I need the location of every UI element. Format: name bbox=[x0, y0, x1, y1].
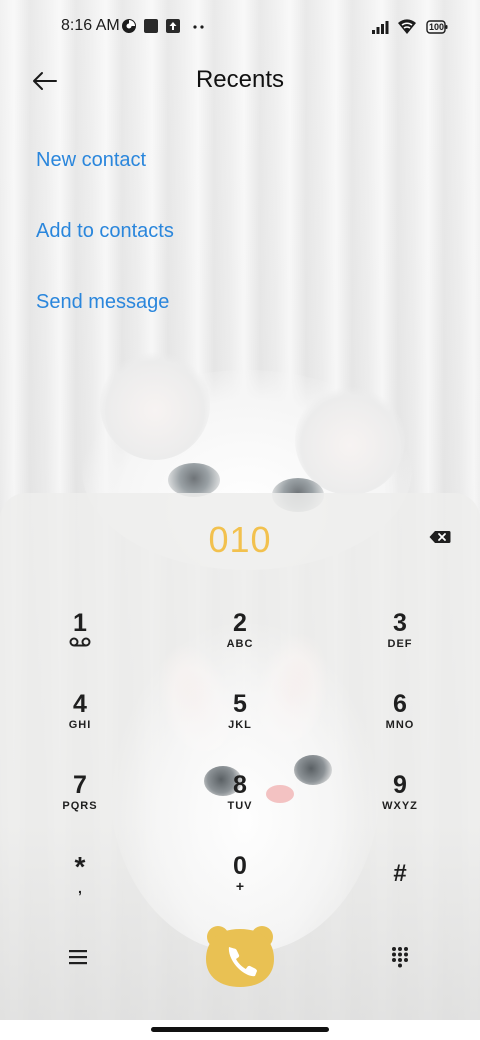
upload-icon bbox=[165, 18, 181, 39]
status-time: 8:16 AM bbox=[61, 17, 120, 34]
key-3[interactable]: 3 DEF bbox=[345, 609, 455, 679]
call-button[interactable] bbox=[204, 923, 276, 989]
battery-level: 100 bbox=[429, 22, 445, 32]
key-letters: MNO bbox=[385, 719, 415, 731]
key-9[interactable]: 9 WXYZ bbox=[345, 771, 455, 841]
key-letters: TUV bbox=[227, 800, 253, 812]
key-2[interactable]: 2 ABC bbox=[185, 609, 295, 679]
dialed-number: 010 bbox=[208, 519, 272, 560]
menu-button[interactable] bbox=[56, 939, 100, 975]
key-digit: * bbox=[74, 851, 86, 882]
key-letters: , bbox=[78, 880, 82, 896]
key-star[interactable]: * , bbox=[25, 852, 135, 922]
data-saver-icon bbox=[121, 18, 137, 39]
key-7[interactable]: 7 PQRS bbox=[25, 771, 135, 841]
key-digit: 6 bbox=[393, 690, 407, 718]
key-digit: 5 bbox=[233, 690, 247, 718]
key-digit: 8 bbox=[233, 771, 247, 799]
key-0[interactable]: 0 + bbox=[185, 852, 295, 922]
key-digit: 1 bbox=[73, 609, 87, 637]
key-digit: 4 bbox=[73, 690, 87, 718]
signal-icon bbox=[371, 19, 391, 40]
add-to-contacts-link[interactable]: Add to contacts bbox=[36, 220, 174, 243]
home-indicator[interactable] bbox=[151, 1027, 329, 1032]
menu-icon bbox=[69, 950, 87, 965]
new-contact-link[interactable]: New contact bbox=[36, 149, 146, 172]
key-hash[interactable]: # bbox=[345, 859, 455, 929]
keypad-toggle-button[interactable] bbox=[378, 939, 422, 975]
key-5[interactable]: 5 JKL bbox=[185, 690, 295, 760]
send-message-link[interactable]: Send message bbox=[36, 291, 169, 314]
panel-cat-eye-right bbox=[294, 755, 332, 785]
square-notification-icon bbox=[143, 18, 159, 39]
key-letters: ABC bbox=[226, 638, 254, 650]
key-1[interactable]: 1 bbox=[25, 609, 135, 679]
wifi-icon bbox=[397, 17, 417, 40]
voicemail-icon bbox=[69, 637, 91, 647]
key-6[interactable]: 6 MNO bbox=[345, 690, 455, 760]
wallpaper-cat-ear-right bbox=[295, 385, 405, 495]
status-bar: 8:16 AM 100 bbox=[0, 0, 480, 56]
key-letters: DEF bbox=[387, 638, 413, 650]
key-letters: WXYZ bbox=[382, 800, 418, 812]
phone-call-icon bbox=[206, 926, 274, 987]
more-dots-icon bbox=[192, 18, 206, 39]
wallpaper-cat-ear-left bbox=[100, 350, 210, 460]
key-digit: 2 bbox=[233, 609, 247, 637]
key-8[interactable]: 8 TUV bbox=[185, 771, 295, 841]
keypad-icon bbox=[392, 947, 408, 968]
key-letters: JKL bbox=[228, 719, 252, 731]
key-digit: 9 bbox=[393, 771, 407, 799]
key-4[interactable]: 4 GHI bbox=[25, 690, 135, 760]
backspace-icon bbox=[429, 531, 451, 543]
backspace-button[interactable] bbox=[424, 525, 456, 549]
wallpaper-cat-eye-left bbox=[168, 463, 220, 497]
key-letters: GHI bbox=[68, 719, 92, 731]
key-digit: 0 bbox=[233, 852, 247, 880]
key-digit: 7 bbox=[73, 771, 87, 799]
key-digit: 3 bbox=[393, 609, 407, 637]
page-title: Recents bbox=[195, 66, 285, 93]
key-letters: + bbox=[235, 878, 245, 894]
dialer-panel: 010 1 2 ABC 3 DEF 4 GHI 5 JKL 6 MNO 7 PQ… bbox=[0, 493, 480, 1040]
key-digit: # bbox=[393, 860, 407, 887]
key-letters: PQRS bbox=[62, 800, 98, 812]
